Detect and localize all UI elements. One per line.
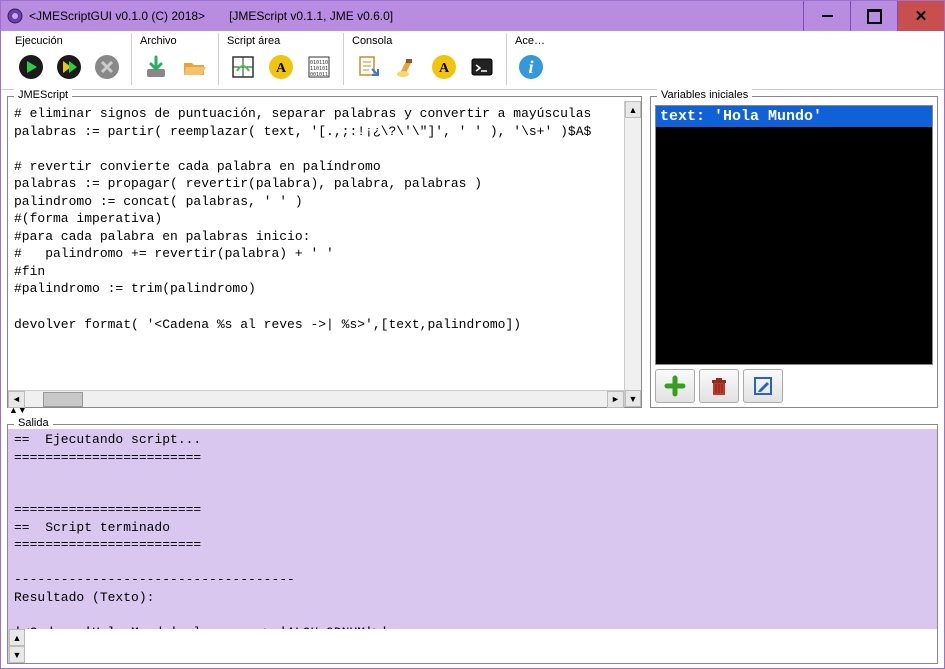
close-button[interactable]: ✕ bbox=[897, 1, 944, 31]
scroll-up-icon[interactable]: ▲ bbox=[9, 629, 25, 646]
output-panel-title: Salida bbox=[14, 417, 53, 429]
group-label-archivo: Archivo bbox=[138, 33, 212, 47]
minimize-button[interactable] bbox=[803, 1, 850, 31]
window-title-2: [JMEScript v0.1.1, JME v0.6.0] bbox=[229, 9, 393, 23]
run-step-button[interactable] bbox=[51, 49, 87, 85]
stop-button[interactable] bbox=[89, 49, 125, 85]
open-button[interactable] bbox=[176, 49, 212, 85]
console-copy-button[interactable] bbox=[350, 49, 386, 85]
scroll-right-icon[interactable]: ► bbox=[607, 391, 624, 408]
output-console[interactable]: == Ejecutando script... ================… bbox=[8, 429, 937, 629]
script-editor[interactable]: # eliminar signos de puntuación, separar… bbox=[8, 101, 624, 390]
vars-list[interactable]: text: 'Hola Mundo' bbox=[655, 105, 933, 365]
var-add-button[interactable] bbox=[655, 369, 695, 403]
save-button[interactable] bbox=[138, 49, 174, 85]
script-area-button[interactable] bbox=[225, 49, 261, 85]
group-label-script: Script área bbox=[225, 33, 337, 47]
script-panel-title: JMEScript bbox=[14, 89, 72, 101]
var-row[interactable]: text: 'Hola Mundo' bbox=[656, 106, 932, 127]
run-button[interactable] bbox=[13, 49, 49, 85]
svg-text:001011: 001011 bbox=[310, 72, 328, 78]
console-clear-button[interactable] bbox=[388, 49, 424, 85]
group-label-ace: Ace… bbox=[513, 33, 549, 47]
app-icon bbox=[7, 8, 23, 24]
script-v-scrollbar[interactable]: ▲ ▼ bbox=[624, 101, 641, 407]
scroll-down-icon[interactable]: ▼ bbox=[625, 390, 641, 407]
var-edit-button[interactable] bbox=[743, 369, 783, 403]
window-title-1: <JMEScriptGUI v0.1.0 (C) 2018> bbox=[29, 9, 205, 23]
about-button[interactable]: i bbox=[513, 49, 549, 85]
console-font-button[interactable]: A bbox=[426, 49, 462, 85]
vars-panel-title: Variables iniciales bbox=[657, 89, 752, 101]
toolbar: Ejecución Archivo Script área A 01011011… bbox=[1, 31, 944, 90]
splitter[interactable]: ▲▼ bbox=[7, 408, 938, 418]
maximize-button[interactable] bbox=[850, 1, 897, 31]
svg-text:A: A bbox=[439, 61, 450, 76]
script-font-button[interactable]: A bbox=[263, 49, 299, 85]
script-h-scrollbar[interactable]: ◄ ► bbox=[8, 390, 624, 407]
group-label-ejecucion: Ejecución bbox=[13, 33, 125, 47]
svg-text:A: A bbox=[276, 61, 287, 76]
scroll-up-icon[interactable]: ▲ bbox=[625, 101, 641, 118]
scroll-left-icon[interactable]: ◄ bbox=[8, 391, 25, 408]
scroll-down-icon[interactable]: ▼ bbox=[9, 646, 25, 663]
console-terminal-button[interactable] bbox=[464, 49, 500, 85]
scroll-thumb[interactable] bbox=[43, 392, 83, 407]
svg-text:i: i bbox=[528, 57, 533, 77]
output-v-scrollbar[interactable]: ▲ ▼ bbox=[8, 629, 25, 663]
var-delete-button[interactable] bbox=[699, 369, 739, 403]
script-binary-button[interactable]: 010110110101001011 bbox=[301, 49, 337, 85]
titlebar: <JMEScriptGUI v0.1.0 (C) 2018> [JMEScrip… bbox=[1, 1, 944, 31]
group-label-consola: Consola bbox=[350, 33, 500, 47]
